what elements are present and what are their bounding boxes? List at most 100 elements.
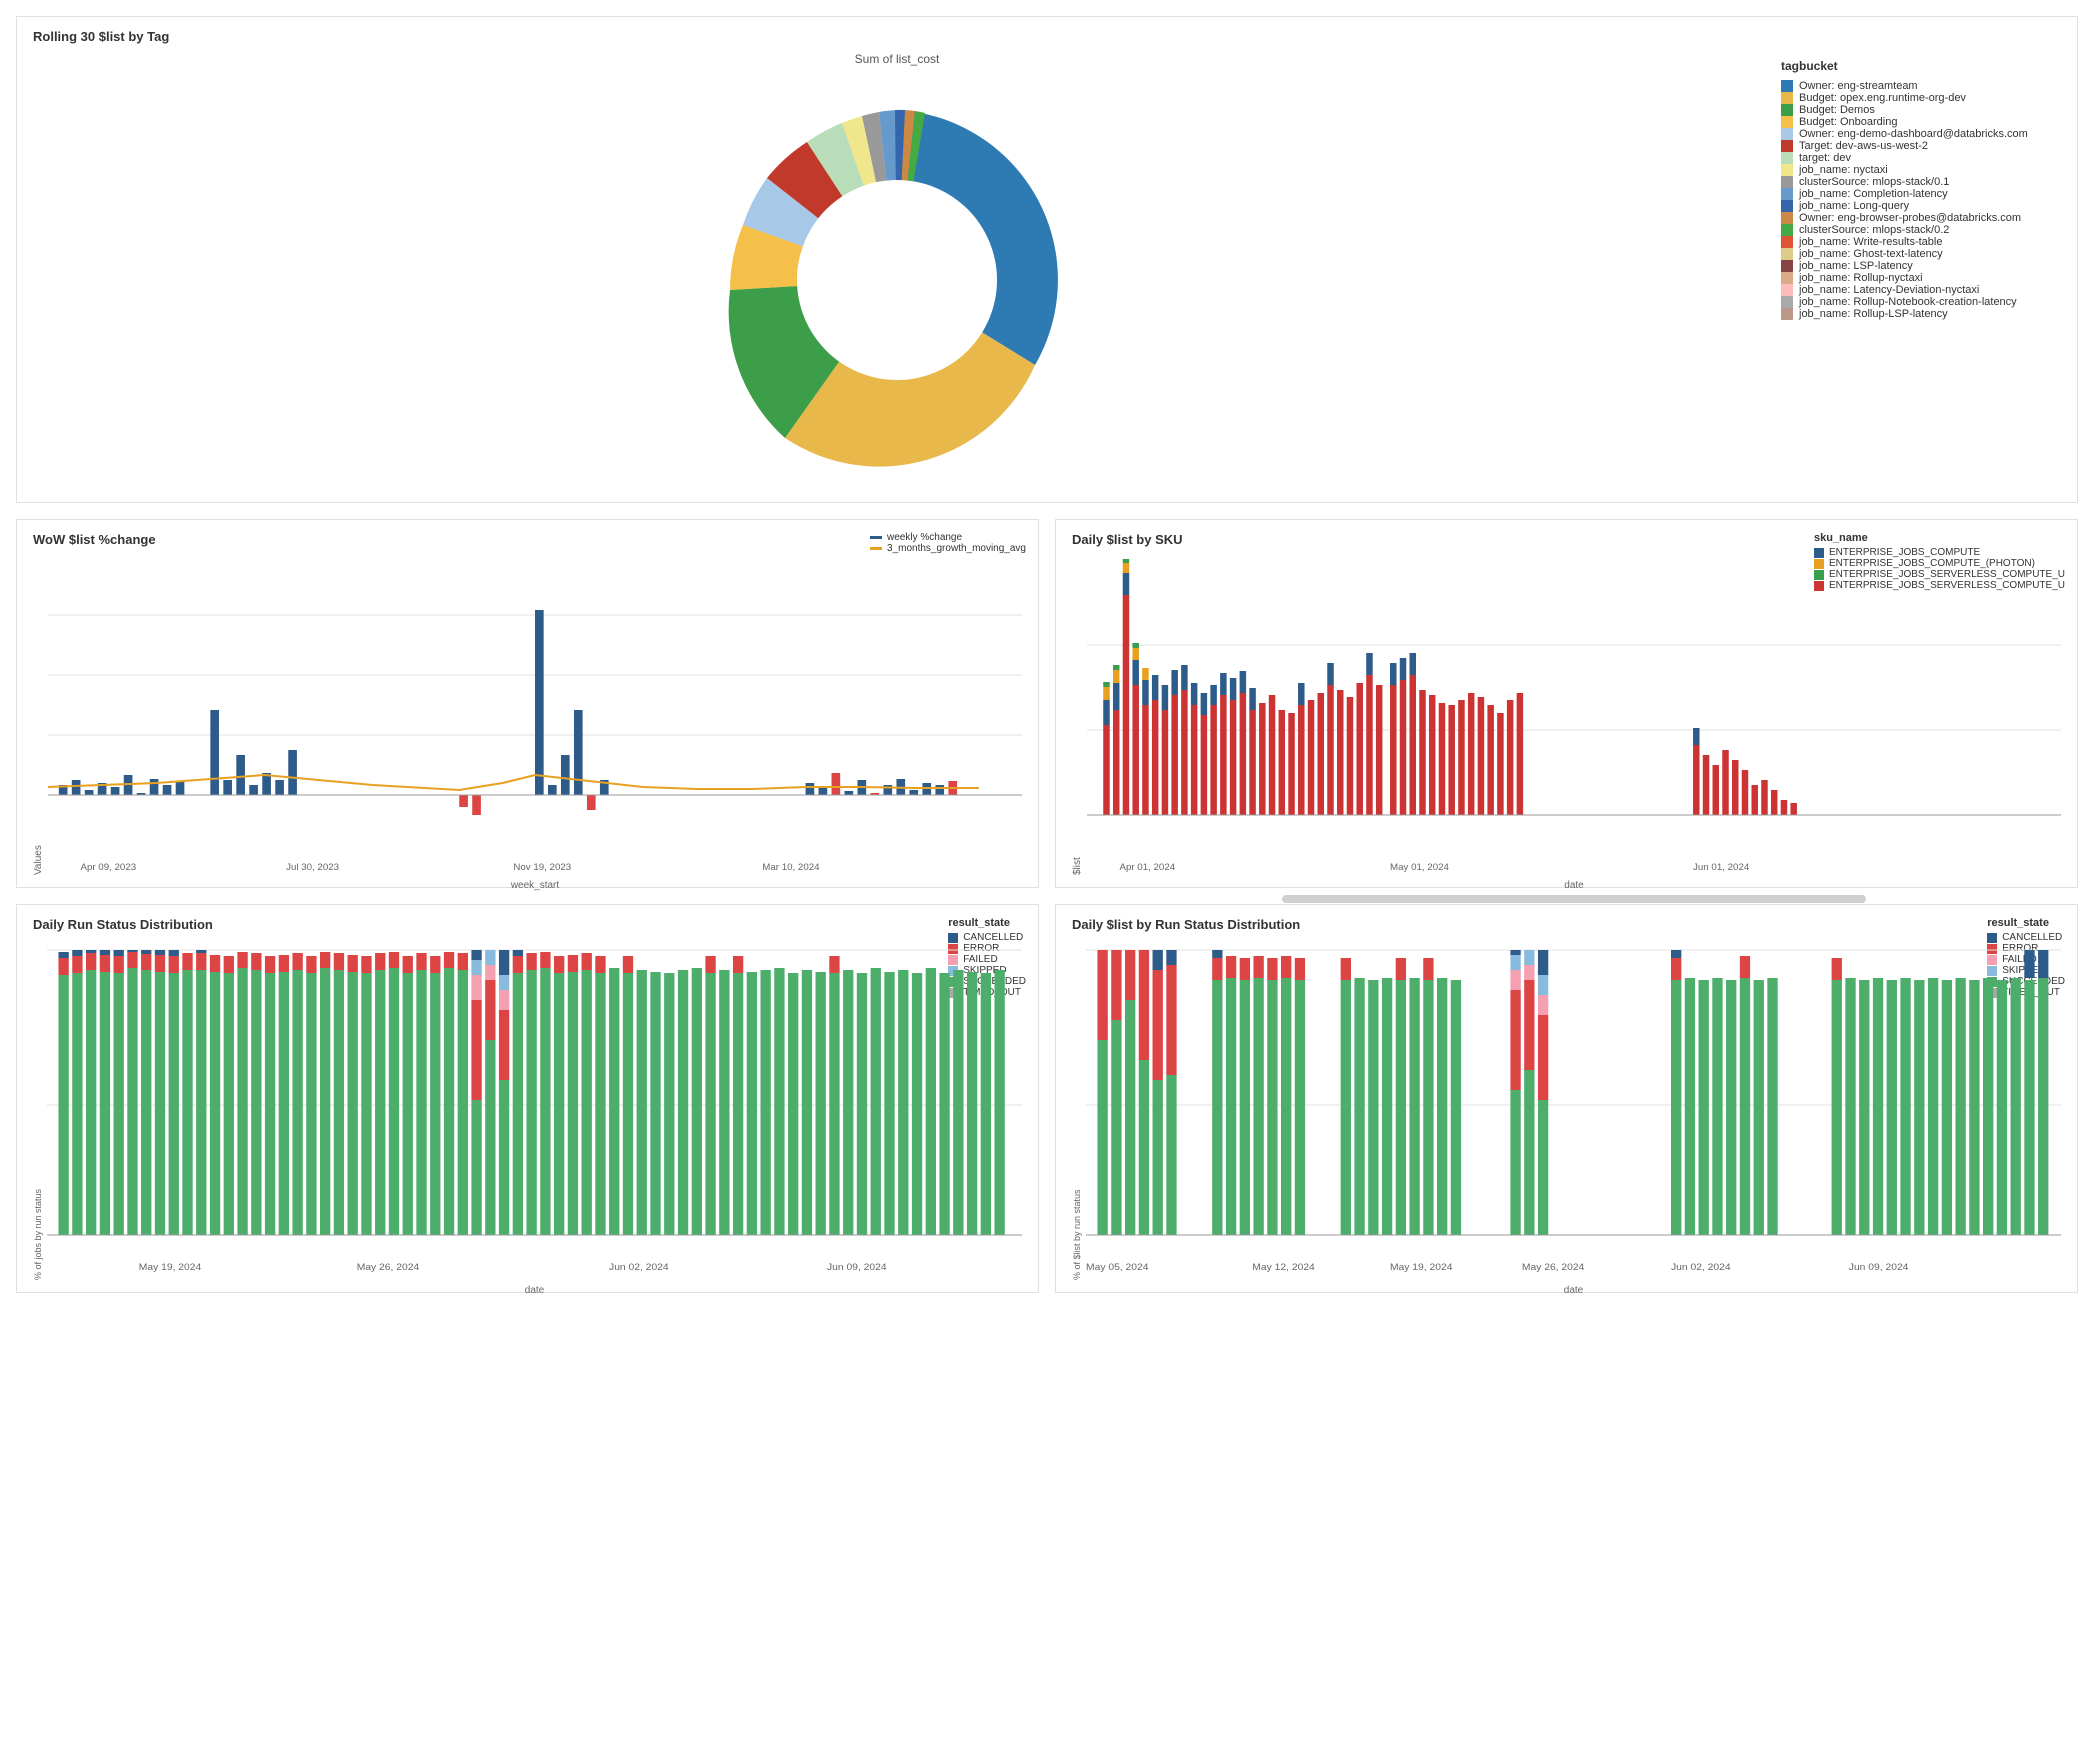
legend-item-label: job_name: Long-query: [1799, 200, 1909, 212]
legend-color-swatch: [1781, 188, 1793, 200]
legend-item: job_name: Ghost-text-latency: [1781, 248, 2061, 260]
run-status-panel: Daily Run Status Distribution result_sta…: [16, 904, 1039, 1293]
run-status-y-label: % of jobs by run status: [33, 940, 43, 1280]
legend-item-label: job_name: Rollup-LSP-latency: [1799, 308, 1948, 320]
legend-item-label: Owner: eng-streamteam: [1799, 80, 1918, 92]
legend-color-swatch: [1781, 116, 1793, 128]
donut-chart: [637, 70, 1157, 490]
legend-color-swatch: [1781, 200, 1793, 212]
svg-text:May 12, 2024: May 12, 2024: [1252, 1263, 1315, 1273]
svg-text:Jul 30, 2023: Jul 30, 2023: [286, 862, 339, 872]
top-title: Rolling 30 $list by Tag: [33, 29, 169, 44]
legend-color-swatch: [1781, 272, 1793, 284]
svg-text:Jun 02, 2024: Jun 02, 2024: [1671, 1263, 1731, 1273]
legend-item: Budget: Demos: [1781, 104, 2061, 116]
legend-line: [870, 547, 882, 550]
legend-item: Owner: eng-streamteam: [1781, 80, 2061, 92]
legend-item-label: Budget: Onboarding: [1799, 116, 1897, 128]
svg-text:May 26, 2024: May 26, 2024: [357, 1263, 420, 1273]
run-status-x-label: date: [47, 1285, 1022, 1296]
legend-item: job_name: Rollup-LSP-latency: [1781, 308, 2061, 320]
legend-color-swatch: [1781, 224, 1793, 236]
legend-item-label: Owner: eng-demo-dashboard@databricks.com: [1799, 128, 2028, 140]
legend-item-label: job_name: nyctaxi: [1799, 164, 1888, 176]
legend-item: job_name: Rollup-Notebook-creation-laten…: [1781, 296, 2061, 308]
legend-item: job_name: LSP-latency: [1781, 260, 2061, 272]
legend-item: Budget: opex.eng.runtime-org-dev: [1781, 92, 2061, 104]
legend-item: Target: dev-aws-us-west-2: [1781, 140, 2061, 152]
sku-scrollbar[interactable]: [1282, 895, 1866, 903]
legend-color-swatch: [1781, 128, 1793, 140]
legend-item-label: Target: dev-aws-us-west-2: [1799, 140, 1928, 152]
sku-legend-title: sku_name: [1814, 532, 2065, 544]
legend-color-swatch: [1781, 308, 1793, 320]
legend-item-label: clusterSource: mlops-stack/0.2: [1799, 224, 1949, 236]
legend-item-label: Budget: Demos: [1799, 104, 1875, 116]
legend-item: clusterSource: mlops-stack/0.1: [1781, 176, 2061, 188]
list-run-svg: 100% 50% 0%: [1086, 940, 2061, 1280]
donut-section: Rolling 30 $list by Tag Sum of list_cost: [33, 29, 1761, 490]
wow-legend-item: 3_months_growth_moving_avg: [870, 543, 1026, 554]
run-status-svg: 100% 50% 0%: [47, 940, 1022, 1280]
svg-text:Nov 19, 2023: Nov 19, 2023: [513, 862, 571, 872]
list-run-x-label: date: [1086, 1285, 2061, 1296]
sku-y-label: $list: [1072, 555, 1083, 875]
legend-item: Owner: eng-demo-dashboard@databricks.com: [1781, 128, 2061, 140]
legend-item: job_name: Rollup-nyctaxi: [1781, 272, 2061, 284]
legend-color-swatch: [1781, 284, 1793, 296]
wow-y-label: Values: [33, 555, 44, 875]
legend-item-label: job_name: Write-results-table: [1799, 236, 1942, 248]
svg-text:May 26, 2024: May 26, 2024: [1522, 1263, 1585, 1273]
legend-line: [870, 536, 882, 539]
legend-item-label: job_name: Completion-latency: [1799, 188, 1948, 200]
legend-color-swatch: [1781, 236, 1793, 248]
middle-section: WoW $list %change weekly %change3_months…: [16, 519, 2078, 888]
run-status-legend-title: result_state: [948, 917, 1026, 929]
list-run-y-label: % of $list by run status: [1072, 940, 1082, 1280]
legend-item: Owner: eng-browser-probes@databricks.com: [1781, 212, 2061, 224]
svg-text:May 05, 2024: May 05, 2024: [1086, 1263, 1149, 1273]
legend-color-swatch: [1781, 104, 1793, 116]
legend-item: job_name: Latency-Deviation-nyctaxi: [1781, 284, 2061, 296]
top-legend: tagbucket Owner: eng-streamteamBudget: o…: [1781, 29, 2061, 320]
legend-color-swatch: [1781, 212, 1793, 224]
wow-x-label: week_start: [48, 880, 1022, 891]
legend-item-label: Owner: eng-browser-probes@databricks.com: [1799, 212, 2021, 224]
legend-item: job_name: Long-query: [1781, 200, 2061, 212]
svg-text:May 19, 2024: May 19, 2024: [139, 1263, 202, 1273]
svg-text:May 19, 2024: May 19, 2024: [1390, 1263, 1453, 1273]
wow-legend-items: weekly %change3_months_growth_moving_avg: [870, 532, 1026, 554]
svg-text:Jun 09, 2024: Jun 09, 2024: [827, 1263, 887, 1273]
legend-color-swatch: [1781, 80, 1793, 92]
wow-svg-container: 0 500 1000 -500: [48, 555, 1022, 875]
wow-panel: WoW $list %change weekly %change3_months…: [16, 519, 1039, 888]
legend-item: clusterSource: mlops-stack/0.2: [1781, 224, 2061, 236]
legend-color-swatch: [1781, 92, 1793, 104]
wow-chart-area: Values 0 500 1000 -500: [33, 555, 1022, 875]
sku-svg-container: 0 1000 2000: [1087, 555, 2061, 875]
legend-item-label: job_name: Latency-Deviation-nyctaxi: [1799, 284, 1979, 296]
svg-text:Apr 09, 2023: Apr 09, 2023: [80, 862, 136, 872]
legend-item-label: job_name: Rollup-Notebook-creation-laten…: [1799, 296, 2017, 308]
legend-item: Budget: Onboarding: [1781, 116, 2061, 128]
top-section: Rolling 30 $list by Tag Sum of list_cost: [16, 16, 2078, 503]
legend-label: weekly %change: [887, 532, 962, 543]
sku-x-label: date: [1087, 880, 2061, 891]
legend-item-label: job_name: LSP-latency: [1799, 260, 1913, 272]
legend-title: tagbucket: [1781, 59, 2061, 73]
list-run-chart-area: % of $list by run status 100% 50% 0%: [1072, 940, 2061, 1280]
sku-chart-area: $list 0 1000 2000: [1072, 555, 2061, 875]
run-status-title: Daily Run Status Distribution: [33, 917, 1022, 932]
svg-text:Apr 01, 2024: Apr 01, 2024: [1119, 862, 1175, 872]
legend-color-swatch: [1781, 296, 1793, 308]
legend-color-swatch: [1781, 140, 1793, 152]
donut-svg: [647, 80, 1147, 480]
legend-color-swatch: [1781, 248, 1793, 260]
run-status-svg-container: 100% 50% 0%: [47, 940, 1022, 1280]
legend-items: Owner: eng-streamteamBudget: opex.eng.ru…: [1781, 80, 2061, 320]
list-run-panel: Daily $list by Run Status Distribution r…: [1055, 904, 2078, 1293]
legend-color-swatch: [1781, 164, 1793, 176]
legend-item-label: job_name: Ghost-text-latency: [1799, 248, 1943, 260]
svg-text:Jun 02, 2024: Jun 02, 2024: [609, 1263, 669, 1273]
run-status-chart-area: % of jobs by run status 100% 50% 0%: [33, 940, 1022, 1280]
